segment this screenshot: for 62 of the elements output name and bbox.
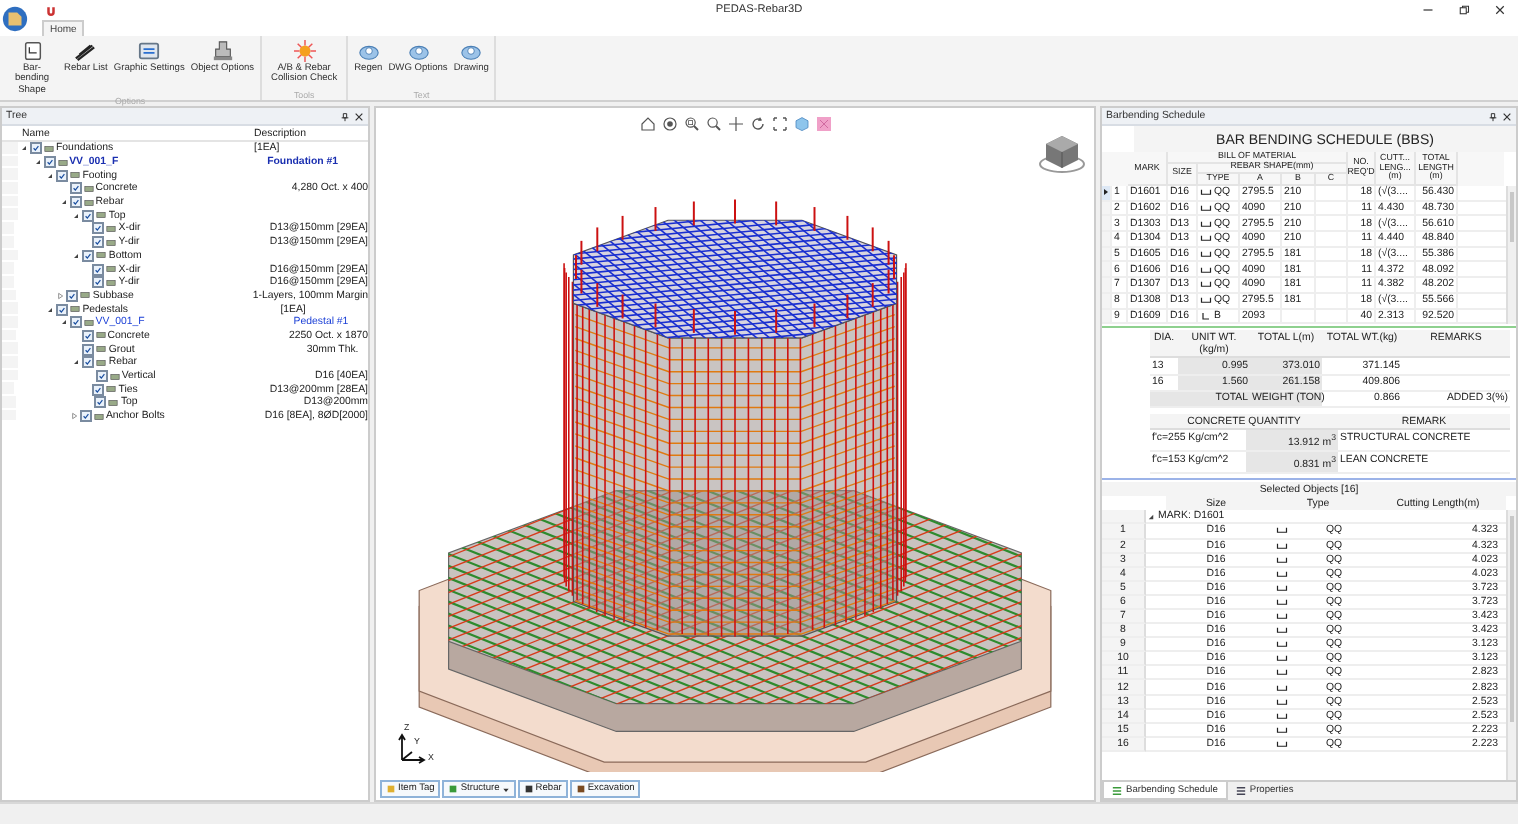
collapse-icon[interactable]: [72, 358, 81, 367]
checkbox[interactable]: [92, 263, 105, 276]
home-icon[interactable]: [639, 116, 655, 132]
zoom-icon[interactable]: [705, 116, 721, 132]
collapse-icon[interactable]: [59, 198, 68, 207]
checkbox[interactable]: [82, 343, 95, 356]
checkbox[interactable]: [82, 249, 95, 262]
view-cube-icon[interactable]: [1038, 132, 1086, 176]
node-icon: [93, 411, 104, 422]
collapse-icon[interactable]: [72, 251, 81, 260]
settings-icon: [138, 40, 161, 62]
scrollbar[interactable]: [1506, 186, 1516, 325]
checkbox[interactable]: [66, 289, 79, 302]
expand-icon[interactable]: [69, 412, 78, 421]
rotate-icon[interactable]: [749, 116, 765, 132]
checkbox[interactable]: [82, 209, 95, 222]
checkbox[interactable]: [69, 182, 82, 195]
checkbox[interactable]: [82, 356, 95, 369]
table-icon: [1112, 785, 1122, 795]
checkbox[interactable]: [56, 169, 69, 182]
node-icon: [44, 143, 54, 154]
expand-icon[interactable]: [56, 291, 65, 300]
pin-icon[interactable]: [340, 111, 350, 121]
checkbox[interactable]: [92, 383, 105, 396]
target-icon[interactable]: [661, 116, 677, 132]
close-icon[interactable]: [354, 111, 364, 121]
list-icon: [1235, 786, 1246, 796]
checkbox[interactable]: [56, 303, 69, 316]
checkbox[interactable]: [81, 329, 94, 342]
checkbox[interactable]: [94, 396, 107, 409]
checkbox[interactable]: [92, 236, 105, 249]
tab-icon: [448, 784, 459, 794]
row-header[interactable]: [1102, 186, 1112, 200]
checkbox[interactable]: [30, 142, 42, 155]
burst-icon: [293, 40, 316, 62]
scrollbar[interactable]: [1506, 510, 1516, 780]
checkbox[interactable]: [69, 316, 82, 329]
tab-icon: [575, 784, 586, 794]
checkbox[interactable]: [95, 370, 108, 383]
tab-icon: [386, 784, 396, 794]
close-icon[interactable]: [1494, 4, 1506, 16]
magnet-icon[interactable]: [46, 5, 56, 15]
checkbox[interactable]: [92, 276, 105, 289]
restore-icon[interactable]: [1458, 4, 1470, 16]
collapse-icon[interactable]: [33, 158, 42, 167]
checkbox[interactable]: [92, 222, 105, 235]
collapse-icon[interactable]: [46, 305, 55, 314]
pan-icon[interactable]: [727, 116, 743, 132]
checkbox[interactable]: [69, 196, 82, 209]
tab-icon: [523, 784, 534, 794]
pin-icon[interactable]: [1488, 111, 1498, 121]
cube-icon[interactable]: [793, 116, 809, 132]
bars-icon: [74, 40, 97, 62]
fit-icon[interactable]: [771, 116, 787, 132]
grid-icon[interactable]: [815, 116, 831, 132]
zoom-window-icon[interactable]: [683, 116, 699, 132]
minimize-icon[interactable]: [1422, 4, 1434, 16]
clamp-icon: [211, 40, 234, 62]
checkbox[interactable]: [43, 156, 56, 169]
node-icon: [80, 290, 91, 301]
close-icon[interactable]: [1502, 111, 1512, 121]
checkbox[interactable]: [79, 410, 92, 423]
